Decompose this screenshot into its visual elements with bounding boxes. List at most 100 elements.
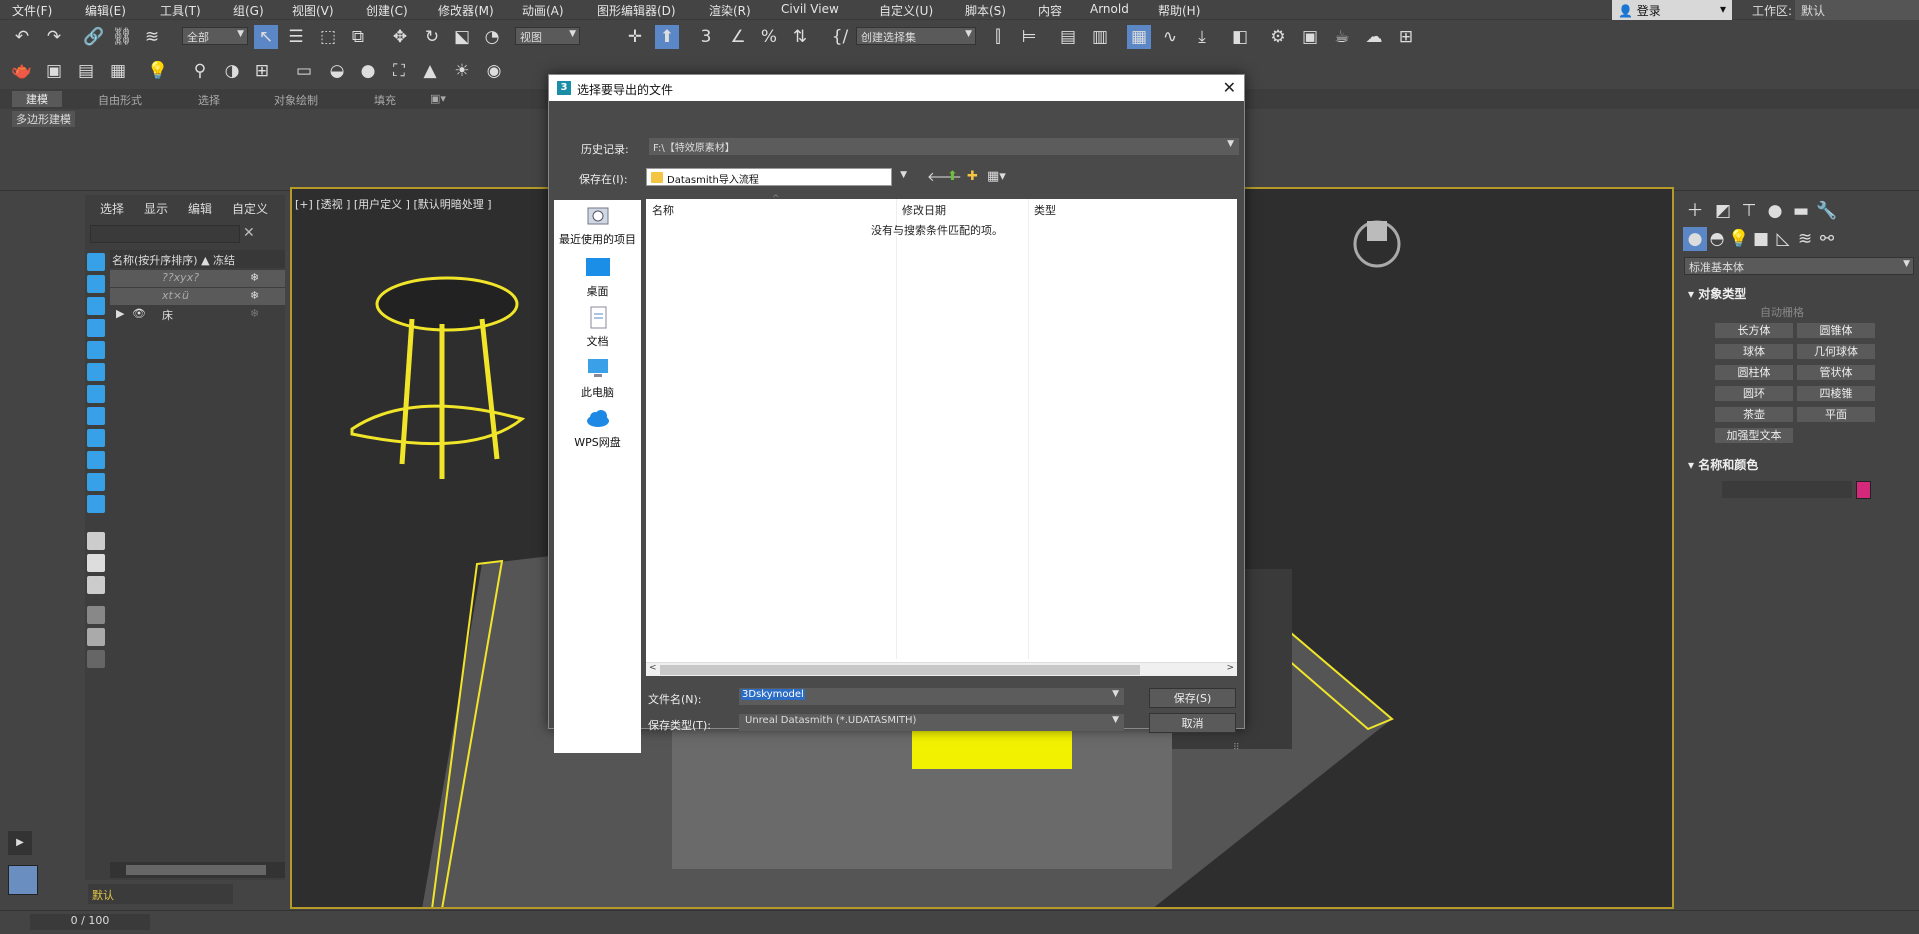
login-dropdown[interactable]: 👤 登录 ▾ <box>1612 0 1732 20</box>
menu-content[interactable]: 内容 <box>1038 2 1062 19</box>
menu-tools[interactable]: 工具(T) <box>160 2 201 19</box>
selection-filter[interactable]: 全部 ▼ <box>182 27 248 45</box>
bones-filter-icon[interactable] <box>87 429 105 447</box>
scrollbar-thumb[interactable] <box>660 665 1140 675</box>
groups-filter-icon[interactable] <box>87 385 105 403</box>
scroll-left-icon[interactable]: < <box>649 663 657 673</box>
display-children-icon[interactable] <box>87 532 105 550</box>
geometry-filter-icon[interactable] <box>87 253 105 271</box>
camera-tool-icon[interactable]: ⚲ <box>188 59 212 83</box>
reference-coord-system[interactable]: 视图 ▼ <box>515 27 580 45</box>
move-icon[interactable]: ✥ <box>388 25 412 49</box>
render-frame-icon[interactable]: ▣ <box>1298 25 1322 49</box>
menu-modifiers[interactable]: 修改器(M) <box>438 2 494 19</box>
lights-filter-icon[interactable] <box>87 297 105 315</box>
xrefs-filter-icon[interactable] <box>87 407 105 425</box>
viewport-layout-icon[interactable] <box>8 865 38 895</box>
motion-tab-icon[interactable]: ● <box>1763 199 1787 223</box>
cone-button[interactable]: 圆锥体 <box>1797 323 1875 338</box>
name-color-rollout[interactable]: ▾ 名称和颜色 <box>1688 456 1908 472</box>
containers-filter-icon[interactable] <box>87 451 105 469</box>
menu-group[interactable]: 组(G) <box>233 2 264 19</box>
layer-explorer-icon[interactable]: ▤ <box>1056 25 1080 49</box>
hierarchy-tab-icon[interactable]: ⊤ <box>1737 199 1761 223</box>
expand-arrow-icon[interactable]: ▶ <box>116 307 124 320</box>
menu-graph-editors[interactable]: 图形编辑器(D) <box>597 2 676 19</box>
shapes-icon[interactable]: ◓ <box>1705 227 1729 251</box>
scene-tab-edit[interactable]: 编辑 <box>188 200 212 217</box>
tab-populate[interactable]: 填充 <box>374 92 396 108</box>
layer-dropdown[interactable]: 默认 <box>88 884 233 904</box>
tube-button[interactable]: 管状体 <box>1797 365 1875 380</box>
material-editor-icon[interactable]: ◧ <box>1228 25 1252 49</box>
menu-customize[interactable]: 自定义(U) <box>879 2 933 19</box>
edit-named-sel-icon[interactable]: {/ <box>828 25 852 49</box>
scale-icon[interactable]: ⬕ <box>450 25 474 49</box>
menu-edit[interactable]: 编辑(E) <box>85 2 126 19</box>
filter-icon[interactable] <box>87 628 105 646</box>
spacewarps-icon[interactable]: ≋ <box>1793 227 1817 251</box>
eye-icon[interactable]: 👁 <box>132 307 146 320</box>
workspace-select[interactable]: 默认 <box>1795 0 1919 20</box>
helpers-filter-icon[interactable] <box>87 341 105 359</box>
geosphere-button[interactable]: 几何球体 <box>1797 344 1875 359</box>
cameras-icon[interactable]: ■ <box>1749 227 1773 251</box>
lights-icon[interactable]: 💡 <box>1727 227 1751 251</box>
place-desktop[interactable]: 桌面 <box>554 256 641 299</box>
object-type-rollout[interactable]: ▾ 对象类型 <box>1688 285 1908 301</box>
tab-freeform[interactable]: 自由形式 <box>98 92 142 108</box>
snowflake-icon[interactable]: ❄ <box>250 289 259 302</box>
textplus-button[interactable]: 加强型文本 <box>1715 428 1793 443</box>
menu-arnold[interactable]: Arnold <box>1090 2 1129 16</box>
filetype-dropdown[interactable]: Unreal Datasmith (*.UDATASMITH) ▼ <box>739 714 1124 731</box>
object-category-dropdown[interactable]: 标准基本体 ▼ <box>1684 257 1914 275</box>
save-in-dropdown[interactable]: Datasmith导入流程 ▼ <box>646 168 907 186</box>
toggle-layer-icon[interactable]: ▥ <box>1088 25 1112 49</box>
cancel-button[interactable]: 取消 <box>1149 713 1236 733</box>
bind-spacewarp-icon[interactable]: ≋ <box>140 25 164 49</box>
up-folder-icon[interactable]: ⬆ <box>947 169 958 184</box>
layout-icon[interactable]: ⊞ <box>1394 25 1418 49</box>
filename-input[interactable]: 3Dskymodel ▼ <box>739 688 1124 705</box>
hidden-filter-icon[interactable] <box>87 495 105 513</box>
cone-icon[interactable]: ▲ <box>418 59 442 83</box>
place-wps-cloud[interactable]: WPS网盘 <box>554 407 641 450</box>
sun-icon[interactable]: ☀ <box>450 59 474 83</box>
rect-selection-icon[interactable]: ⬚ <box>316 25 340 49</box>
column-modified[interactable]: 修改日期 <box>902 202 946 218</box>
polygon-modeling-label[interactable]: 多边形建模 <box>12 111 75 127</box>
percent-snap-icon[interactable]: % <box>757 25 781 49</box>
mirror-icon[interactable]: ⫿ <box>986 25 1010 49</box>
menu-animation[interactable]: 动画(A) <box>522 2 564 19</box>
unlink-icon[interactable]: ⛓ <box>110 25 134 49</box>
snowflake-icon[interactable]: ❄ <box>250 271 259 284</box>
plane-button[interactable]: 平面 <box>1797 407 1875 422</box>
scene-column-header[interactable]: 名称(按升序排序) ▲ 冻结 <box>110 250 285 268</box>
place-icon[interactable]: ◔ <box>480 25 504 49</box>
create-tab-icon[interactable]: ＋ <box>1683 199 1707 223</box>
link-icon[interactable]: 🔗 <box>82 25 106 49</box>
ribbon-options-icon[interactable]: ▣▾ <box>430 92 446 105</box>
close-icon[interactable]: ✕ <box>1223 78 1236 97</box>
modify-tab-icon[interactable]: ◩ <box>1711 199 1735 223</box>
render-online-icon[interactable]: ☁ <box>1362 25 1386 49</box>
history-dropdown[interactable]: F:\【特效原素材】 ▼ <box>649 138 1239 155</box>
light-tool-icon[interactable]: 💡 <box>146 59 170 83</box>
scene-row[interactable]: xt×ü ❄ <box>110 288 285 305</box>
sync-selection-icon[interactable] <box>87 650 105 668</box>
utilities-tab-icon[interactable]: 🔧 <box>1815 199 1839 223</box>
time-slider[interactable]: 0 / 100 <box>30 914 150 930</box>
view-menu-icon[interactable]: ▦▾ <box>987 169 1006 184</box>
basket-icon[interactable]: ⛶ <box>387 59 411 83</box>
file-list[interactable]: 名称 ^ 修改日期 类型 没有与搜索条件匹配的项。 <box>646 194 1237 675</box>
menu-rendering[interactable]: 渲染(R) <box>709 2 751 19</box>
save-button[interactable]: 保存(S) <box>1149 688 1236 708</box>
display-dependents-icon[interactable] <box>87 576 105 594</box>
table-icon[interactable]: ▦ <box>106 59 130 83</box>
place-documents[interactable]: 文档 <box>554 306 641 349</box>
spinner-snap-icon[interactable]: ⇅ <box>788 25 812 49</box>
resize-grip-icon[interactable]: ⠿ <box>1233 743 1240 753</box>
place-recent[interactable]: 最近使用的项目 <box>554 204 641 247</box>
filter-funnel-icon[interactable] <box>87 606 105 624</box>
dope-sheet-icon[interactable]: ⤓ <box>1190 25 1214 49</box>
